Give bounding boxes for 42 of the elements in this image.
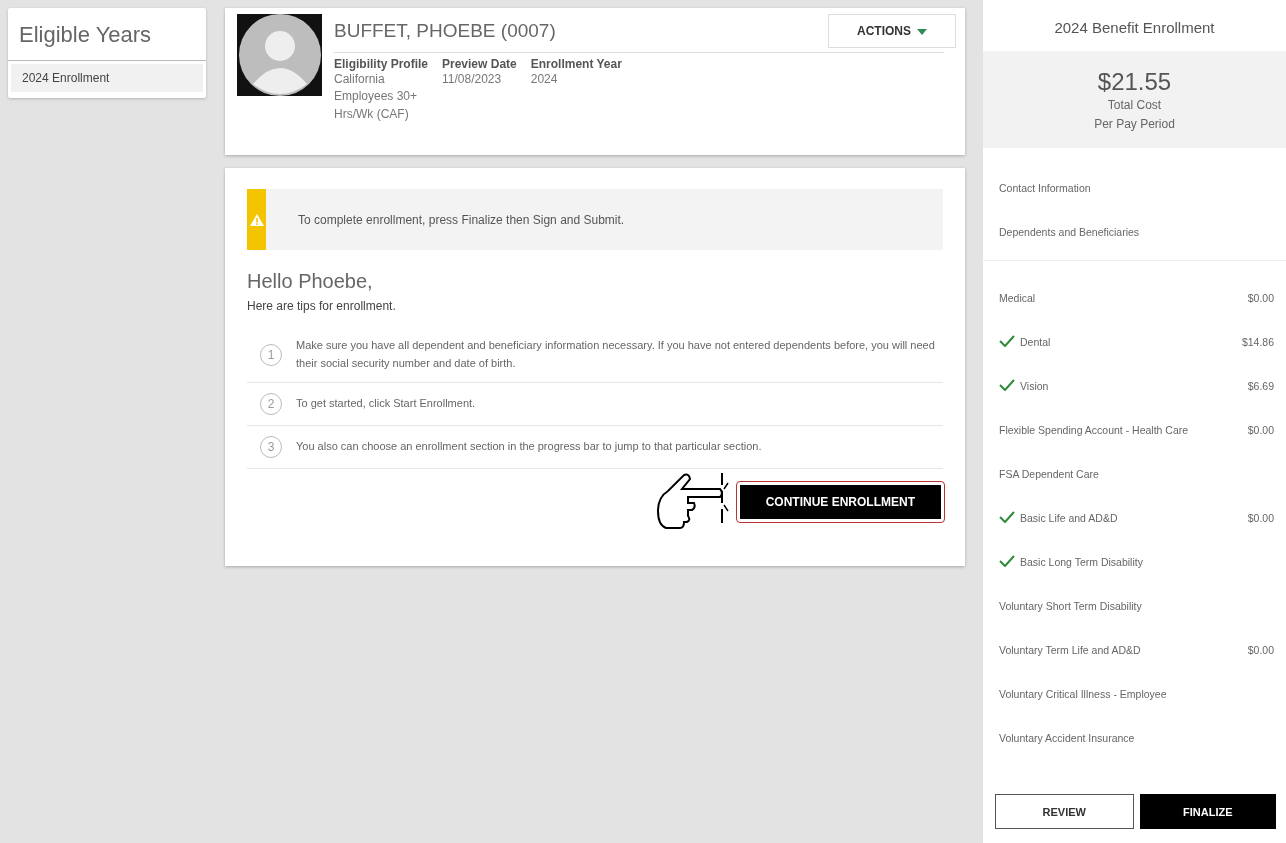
- section-link[interactable]: Dependents and Beneficiaries: [999, 226, 1140, 239]
- benefit-link[interactable]: FSA Dependent Care: [999, 468, 1099, 481]
- benefit-link[interactable]: Vision: [1020, 380, 1049, 393]
- sidebar-title: Eligible Years: [8, 8, 206, 61]
- cost-label: Per Pay Period: [1093, 116, 1176, 134]
- benefit-cost: $0.00: [1247, 424, 1274, 437]
- greeting-heading: Hello Phoebe,: [247, 270, 374, 293]
- field-label: Eligibility Profile: [334, 57, 428, 71]
- field-label: Preview Date: [442, 57, 517, 71]
- tip-text: To get started, click Start Enrollment.: [296, 396, 476, 412]
- review-button[interactable]: REVIEW: [995, 794, 1134, 829]
- total-cost: $21.55: [1096, 68, 1173, 96]
- field-value: California Employees 30+ Hrs/Wk (CAF): [334, 71, 419, 123]
- field-label: Enrollment Year: [530, 57, 622, 71]
- benefit-cost: $0.00: [1247, 292, 1274, 305]
- actions-button[interactable]: ACTIONS: [828, 14, 956, 48]
- panel-title: 2024 Benefit Enrollment: [1053, 18, 1216, 38]
- finalize-button[interactable]: FINALIZE: [1139, 794, 1276, 829]
- benefit-link[interactable]: Voluntary Critical Illness - Employee: [999, 688, 1167, 701]
- benefit-cost: $14.86: [1241, 336, 1274, 349]
- caret-icon: [917, 29, 927, 35]
- benefit-link[interactable]: Medical: [999, 292, 1036, 305]
- section-link[interactable]: Contact Information: [999, 182, 1091, 195]
- tip-text: Make sure you have all dependent and beneficiary information necessary. If you have not entered dependents before, you will need their social security number and date of birth.: [296, 338, 936, 371]
- sidebar-item[interactable]: 2024 Enrollment: [11, 64, 203, 92]
- benefit-cost: $6.69: [1247, 380, 1274, 393]
- field-value: 11/08/2023: [442, 71, 503, 88]
- benefit-link[interactable]: Flexible Spending Account - Health Care: [999, 424, 1189, 437]
- benefit-link[interactable]: Voluntary Short Term Disability: [999, 600, 1142, 613]
- benefit-cost: $0.00: [1247, 644, 1274, 657]
- intro-text: Here are tips for enrollment.: [247, 299, 397, 313]
- benefit-link[interactable]: Dental: [1020, 336, 1051, 349]
- benefit-link[interactable]: Voluntary Term Life and AD&D: [999, 644, 1141, 657]
- tip-text: You also can choose an enrollment section in the progress bar to jump to that particular section.: [296, 439, 762, 455]
- field-value: 2024: [530, 71, 559, 88]
- benefit-link[interactable]: Basic Life and AD&D: [1020, 512, 1118, 525]
- alert-message: To complete enrollment, press Finalize then Sign and Submit.: [298, 212, 625, 227]
- benefit-cost: $0.00: [1247, 512, 1274, 525]
- benefit-link[interactable]: Voluntary Accident Insurance: [999, 732, 1135, 745]
- cost-label: Total Cost: [1106, 97, 1163, 114]
- continue-enrollment-button[interactable]: CONTINUE ENROLLMENT: [739, 485, 941, 520]
- benefit-link[interactable]: Basic Long Term Disability: [1020, 556, 1143, 569]
